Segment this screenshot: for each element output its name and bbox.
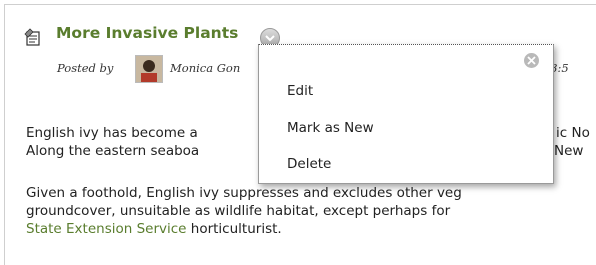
paragraph-1-line-1b: ic No: [556, 125, 590, 141]
close-icon[interactable]: [524, 53, 539, 68]
menu-item-delete[interactable]: Delete: [287, 156, 331, 172]
paragraph-1-line-2b: New: [554, 143, 584, 159]
paragraph-2-line-3: State Extension Service horticulturist.: [26, 221, 282, 238]
post-options-menu: Edit Mark as New Delete: [258, 44, 554, 184]
post-icon: [24, 28, 42, 46]
extension-service-link[interactable]: State Extension Service: [26, 221, 186, 237]
menu-item-edit[interactable]: Edit: [287, 83, 313, 99]
menu-item-mark-as-new[interactable]: Mark as New: [287, 120, 374, 136]
author-avatar: [135, 55, 163, 83]
paragraph-2-line-3-rest: horticulturist.: [186, 221, 282, 237]
author-name[interactable]: Monica Gon: [170, 61, 240, 75]
paragraph-1-line-1a: English ivy has become a: [26, 125, 198, 141]
posted-by-label: Posted by: [57, 61, 114, 75]
paragraph-2-line-2: groundcover, unsuitable as wildlife habi…: [26, 203, 451, 219]
post-title[interactable]: More Invasive Plants: [56, 24, 238, 42]
paragraph-1-line-2a: Along the eastern seaboa: [26, 143, 200, 159]
paragraph-2-line-1: Given a foothold, English ivy suppresses…: [26, 185, 462, 201]
